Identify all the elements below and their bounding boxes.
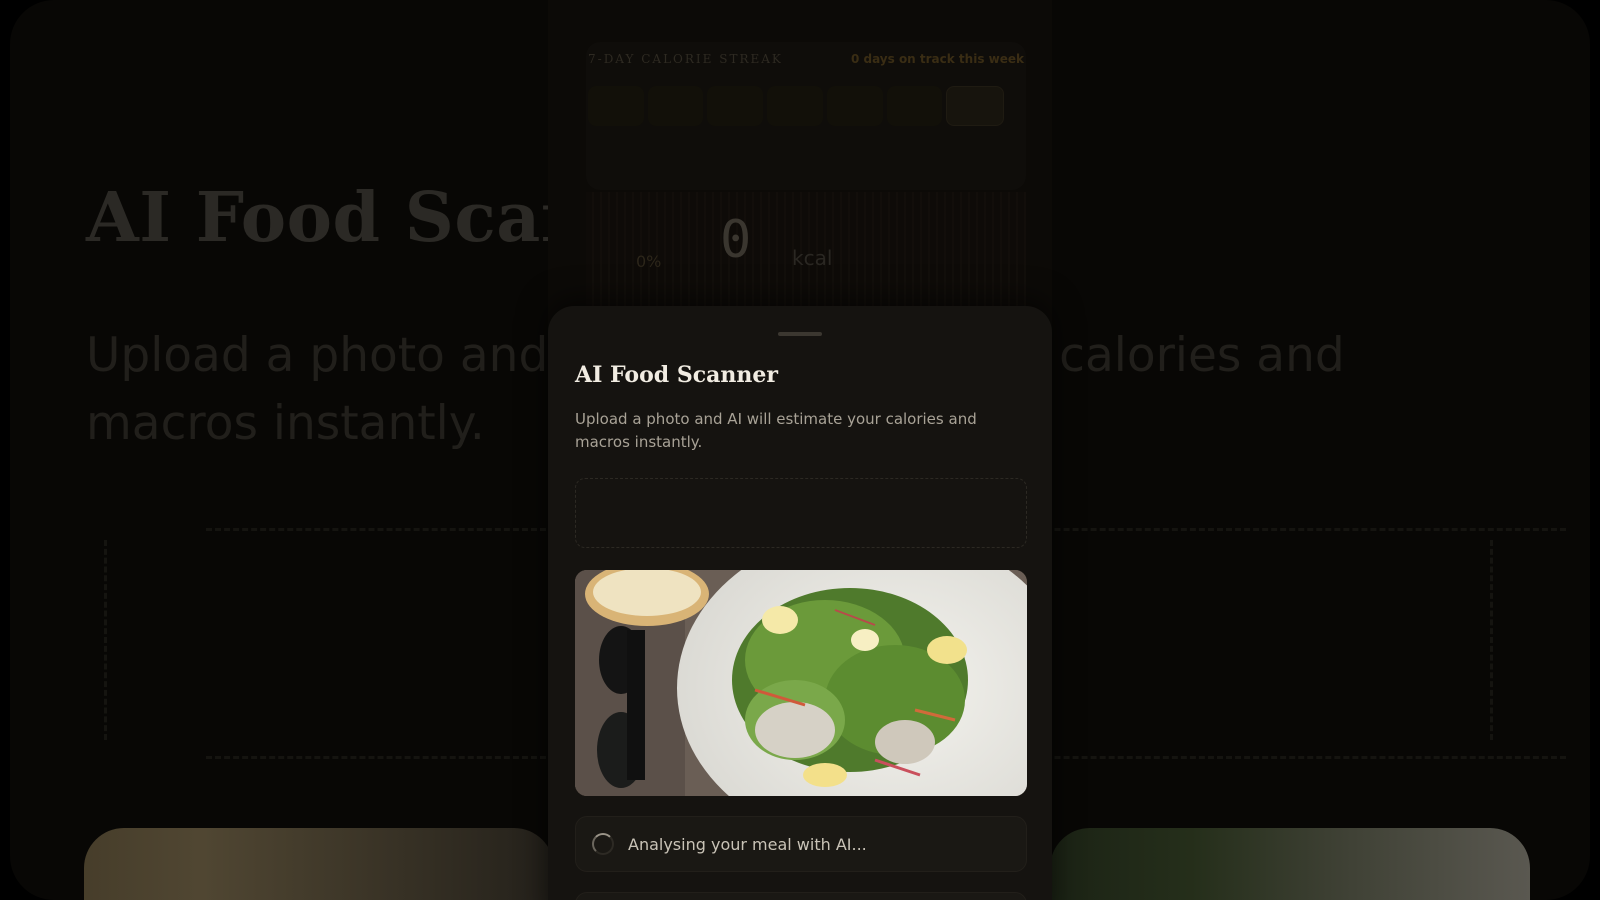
sheet-grabber-handle[interactable] (778, 332, 822, 336)
meal-photo-image (575, 570, 1027, 796)
sheet-title: AI Food Scanner (575, 362, 778, 388)
chart-axis-right (1490, 540, 1493, 740)
streak-day (826, 86, 883, 126)
streak-day-today (946, 86, 1005, 126)
calorie-unit: kcal (792, 246, 833, 270)
upload-dropzone[interactable] (575, 478, 1027, 548)
background-food-image-left (84, 828, 554, 900)
analysis-status-text: Analysing your meal with AI... (628, 834, 867, 854)
sheet-subtitle: Upload a photo and AI will estimate your… (575, 410, 977, 451)
calorie-percent: 0% (636, 252, 662, 271)
scanner-sheet: AI Food Scanner Upload a photo and AI wi… (548, 306, 1052, 900)
streak-day (886, 86, 943, 126)
streak-card: 7-DAY CALORIE STREAK 0 days on track thi… (586, 42, 1026, 190)
streak-days (588, 86, 1005, 126)
streak-title: 7-DAY CALORIE STREAK (588, 52, 783, 66)
next-card (575, 892, 1027, 900)
loading-spinner-icon (592, 833, 614, 855)
streak-count: 0 days on track this week (850, 52, 1024, 66)
streak-day (767, 86, 823, 126)
calorie-value: 0 (720, 210, 752, 270)
streak-day (588, 86, 644, 126)
analysis-status: Analysing your meal with AI... (575, 816, 1027, 872)
background-food-image-right (1050, 828, 1530, 900)
meal-photo (575, 570, 1027, 796)
chart-axis-left (104, 540, 107, 740)
streak-day (707, 86, 764, 126)
streak-day (647, 86, 704, 126)
